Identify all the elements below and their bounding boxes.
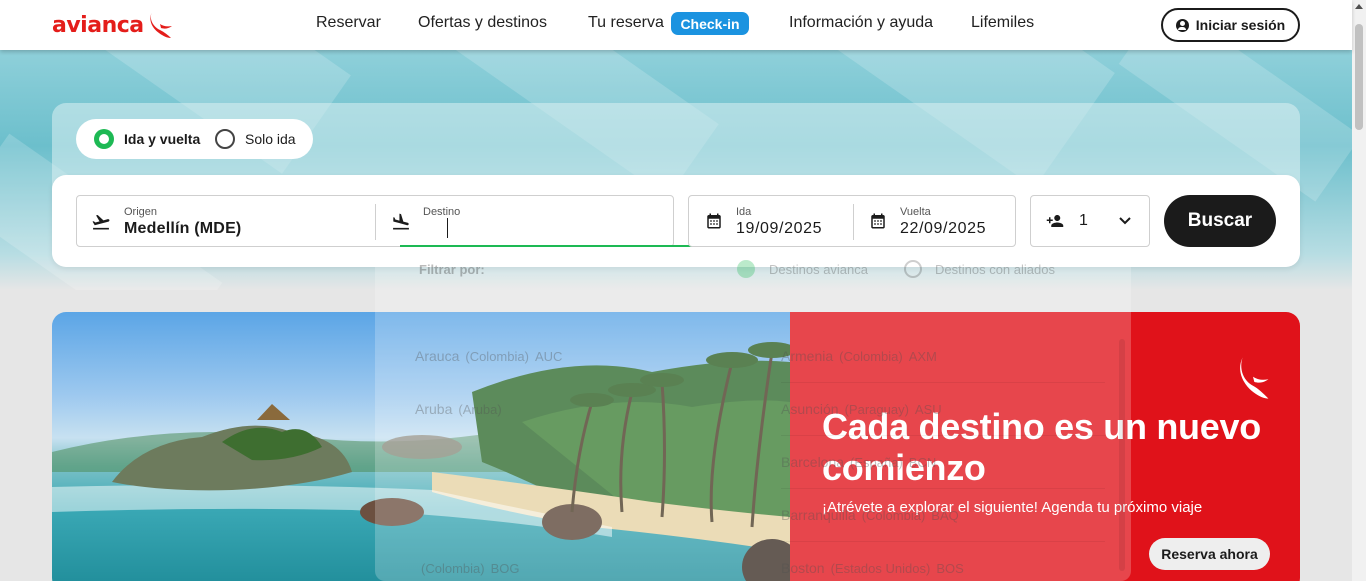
scroll-thumb[interactable] bbox=[1355, 24, 1363, 130]
option-divider bbox=[781, 488, 1105, 489]
destination-option[interactable]: Barranquilla (Colombia) BAQ bbox=[781, 507, 959, 523]
option-divider bbox=[781, 541, 1105, 542]
nav-lifemiles[interactable]: Lifemiles bbox=[971, 14, 1034, 32]
trip-type-toggle: Ida y vuelta Solo ida bbox=[76, 119, 313, 159]
top-header: avianca Reservar Ofertas y destinos Tu r… bbox=[0, 0, 1352, 50]
page-scrollbar[interactable] bbox=[1352, 0, 1366, 581]
nav-ofertas-y-destinos[interactable]: Ofertas y destinos bbox=[418, 14, 547, 32]
calendar-icon bbox=[707, 213, 721, 229]
radio-one-way-label[interactable]: Solo ida bbox=[245, 131, 296, 147]
add-person-icon bbox=[1046, 215, 1064, 227]
filter-avianca-label[interactable]: Destinos avianca bbox=[769, 262, 868, 277]
option-divider bbox=[781, 435, 1105, 436]
depart-label: Ida bbox=[736, 206, 752, 218]
nav-informacion-y-ayuda[interactable]: Información y ayuda bbox=[789, 14, 933, 32]
passengers-selector[interactable]: 1 bbox=[1030, 195, 1150, 247]
destination-dropdown: Filtrar por: Destinos avianca Destinos c… bbox=[375, 247, 1131, 581]
option-divider bbox=[781, 382, 1105, 383]
calendar-icon bbox=[871, 213, 885, 229]
reserve-now-button[interactable]: Reserva ahora bbox=[1149, 538, 1270, 570]
destination-option[interactable]: Asunción (Paraguay) ASU bbox=[781, 401, 942, 417]
destination-option[interactable]: Arauca (Colombia) AUC bbox=[415, 348, 562, 364]
checkin-badge[interactable]: Check-in bbox=[671, 12, 749, 35]
nav-tu-reserva[interactable]: Tu reserva bbox=[588, 14, 664, 32]
destination-option[interactable]: Barcelona (España) BCN bbox=[781, 454, 936, 470]
destination-label: Destino bbox=[423, 206, 461, 218]
radio-round-trip[interactable] bbox=[94, 129, 114, 149]
radio-round-trip-label[interactable]: Ida y vuelta bbox=[124, 131, 200, 147]
destination-option[interactable]: Armenia (Colombia) AXM bbox=[781, 348, 937, 364]
passenger-count: 1 bbox=[1079, 212, 1089, 229]
user-icon bbox=[1175, 18, 1189, 32]
search-button[interactable]: Buscar bbox=[1164, 195, 1276, 247]
return-date[interactable]: 22/09/2025 bbox=[900, 220, 986, 238]
avianca-bird-icon bbox=[1240, 357, 1269, 399]
dates-field-group: Ida 19/09/2025 Vuelta 22/09/2025 bbox=[688, 195, 1016, 247]
filter-label: Filtrar por: bbox=[419, 262, 485, 277]
destination-option[interactable]: (Colombia) BOG bbox=[415, 560, 519, 576]
destination-input[interactable] bbox=[423, 218, 663, 240]
route-field-group: Origen Medellín (MDE) Destino bbox=[76, 195, 698, 247]
login-button[interactable]: Iniciar sesión bbox=[1161, 8, 1300, 42]
radio-one-way[interactable] bbox=[215, 129, 235, 149]
login-label: Iniciar sesión bbox=[1195, 17, 1286, 33]
avianca-logo[interactable]: avianca bbox=[52, 10, 174, 40]
text-cursor bbox=[447, 218, 448, 238]
logo-text: avianca bbox=[52, 12, 144, 38]
plane-landing-icon bbox=[393, 213, 409, 230]
origin-value[interactable]: Medellín (MDE) bbox=[124, 220, 241, 238]
filter-allies-label[interactable]: Destinos con aliados bbox=[935, 262, 1055, 277]
chevron-down-icon bbox=[1119, 217, 1131, 225]
filter-radio-allies[interactable] bbox=[904, 260, 922, 278]
destination-option[interactable]: Boston (Estados Unidos) BOS bbox=[781, 560, 964, 576]
plane-takeoff-icon bbox=[92, 214, 110, 230]
dates-divider bbox=[853, 204, 854, 240]
scroll-up-arrow-icon[interactable] bbox=[1355, 4, 1363, 9]
origin-label: Origen bbox=[124, 206, 158, 218]
route-divider bbox=[375, 204, 376, 240]
depart-date[interactable]: 19/09/2025 bbox=[736, 220, 822, 238]
return-label: Vuelta bbox=[900, 206, 931, 218]
destination-option[interactable]: Aruba (Aruba) bbox=[415, 401, 508, 417]
nav-reservar[interactable]: Reservar bbox=[316, 14, 381, 32]
dropdown-scrollbar[interactable] bbox=[1119, 339, 1125, 571]
filter-radio-avianca[interactable] bbox=[737, 260, 755, 278]
avianca-bird-icon bbox=[150, 12, 172, 38]
